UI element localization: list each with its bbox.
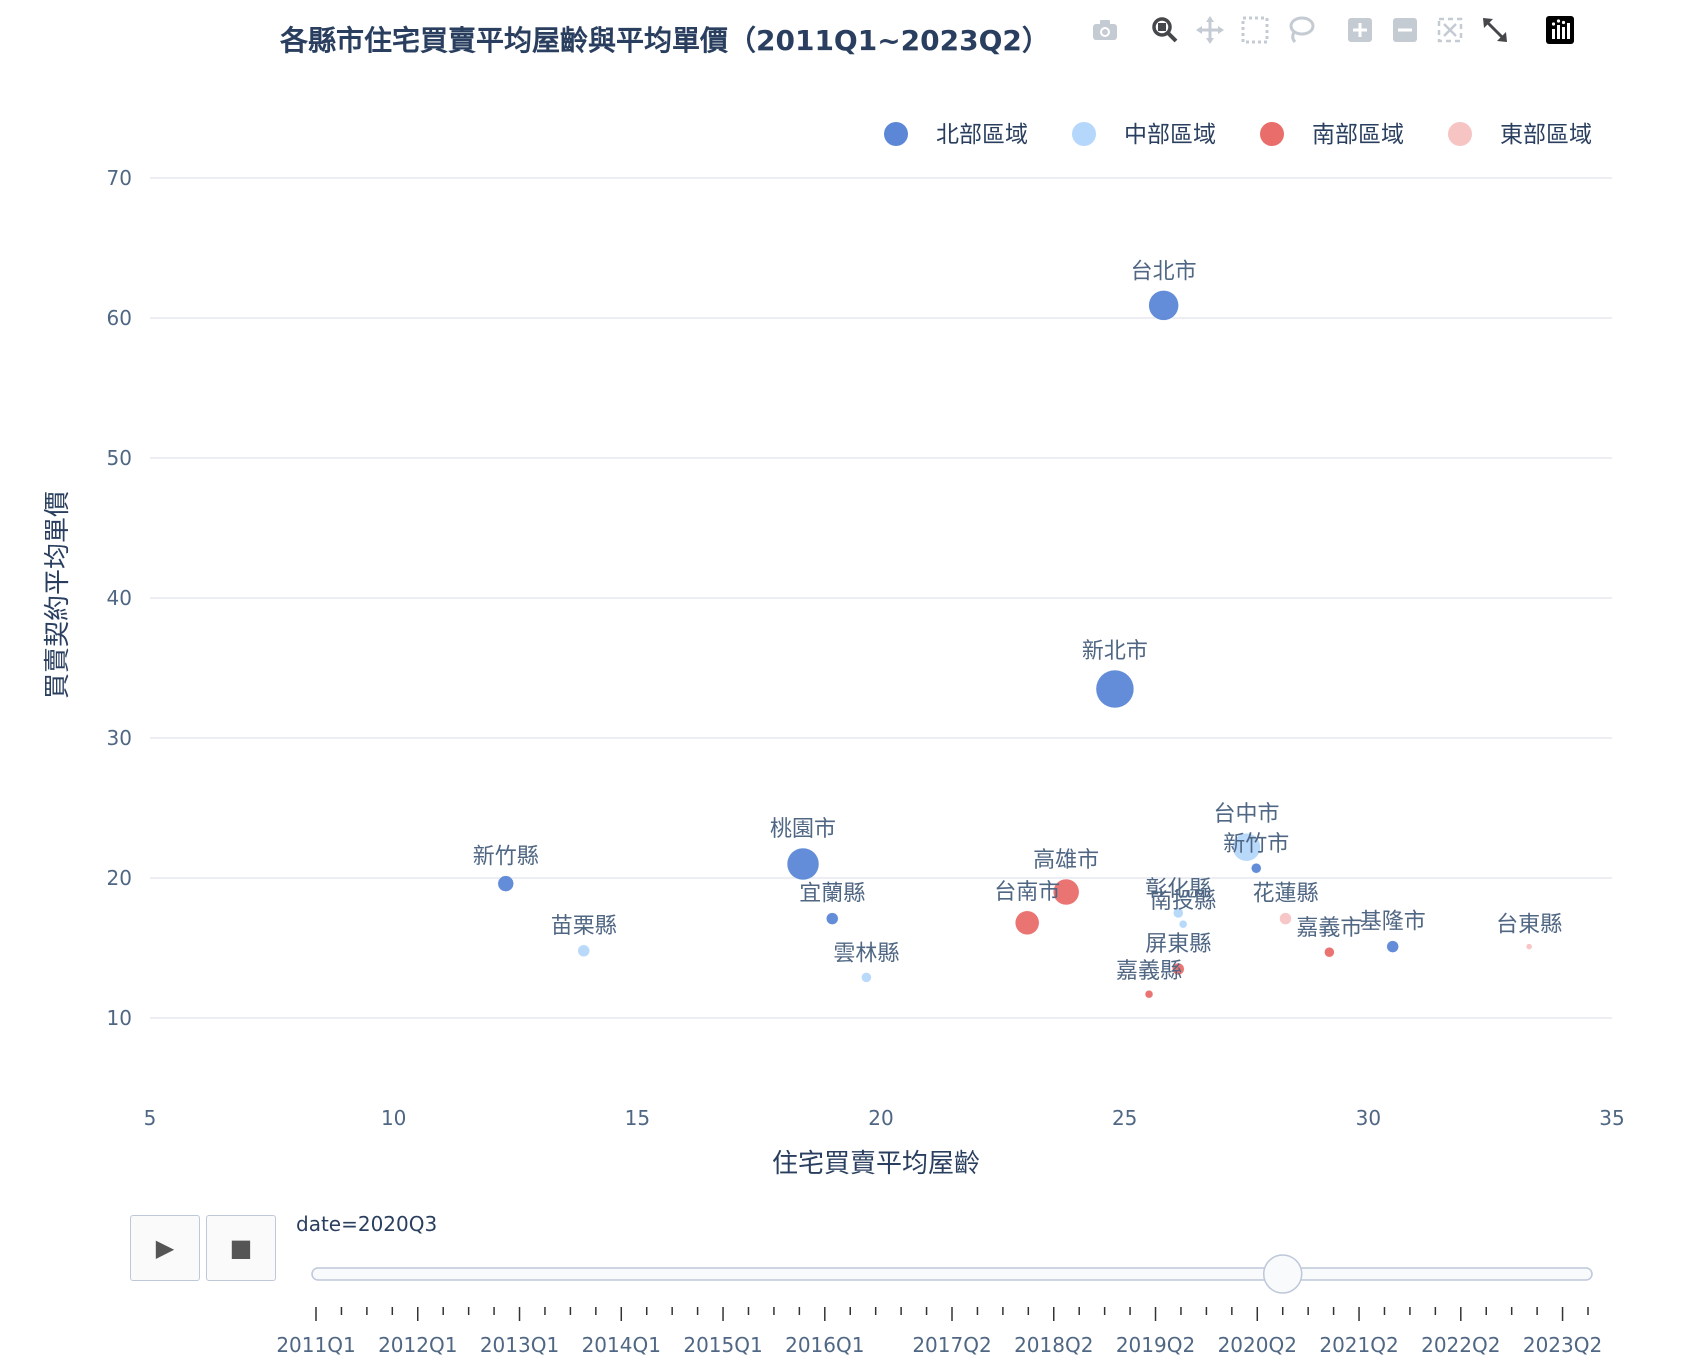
point-label: 新竹縣 [473,845,539,870]
play-button[interactable]: ▶ [130,1215,200,1281]
point-label-layer: 台北市新北市桃園市新竹市新竹縣宜蘭縣基隆市台中市彰化縣南投縣苗栗縣雲林縣高雄市台… [473,259,1562,984]
point-label: 南投縣 [1150,889,1216,914]
box-select-icon[interactable] [1235,8,1275,52]
data-point[interactable] [577,944,590,958]
legend-marker [884,122,908,146]
legend-label: 東部區域 [1500,122,1592,148]
point-label: 台南市 [994,880,1060,905]
legend-item[interactable]: 南部區域 [1260,122,1404,148]
legend-item[interactable]: 東部區域 [1448,122,1592,148]
point-label: 宜蘭縣 [799,882,865,907]
slider-tick-label: 2015Q1 [683,1333,762,1357]
slider-rail[interactable] [311,1267,1593,1281]
data-point[interactable] [1144,989,1154,999]
axis-layer: 10 20 30 40 50 60 70 5 10 15 20 25 30 35 [107,166,1625,1130]
chart-svg: 10 20 30 40 50 60 70 5 10 15 20 25 30 35 台北市新北市桃園市新竹市… [43,24,1625,1357]
pan-icon[interactable] [1190,8,1230,52]
x-tick-label: 20 [868,1106,893,1130]
data-point[interactable] [1014,910,1040,936]
plotly-logo-icon[interactable] [1540,8,1580,52]
legend-marker [1448,122,1472,146]
point-label: 新北市 [1082,639,1148,664]
slider-tick-label: 2013Q1 [480,1333,559,1357]
x-tick-label: 25 [1112,1106,1137,1130]
zoom-in-icon[interactable] [1340,8,1380,52]
point-label: 高雄市 [1033,848,1099,873]
data-point[interactable] [826,912,839,925]
data-point[interactable] [1386,940,1399,953]
camera-icon[interactable] [1085,8,1125,52]
data-point[interactable] [861,972,872,983]
lasso-select-icon[interactable] [1280,8,1320,52]
point-label: 嘉義縣 [1116,959,1182,984]
legend[interactable]: 北部區域 中部區域 南部區域 東部區域 [884,122,1592,148]
data-point[interactable] [1279,912,1292,925]
slider-tick-label: 2019Q2 [1116,1333,1195,1357]
y-tick-label: 50 [107,446,132,470]
data-point[interactable] [1324,946,1335,958]
stop-button[interactable]: ■ [206,1215,276,1281]
legend-item[interactable]: 北部區域 [884,122,1028,148]
data-point[interactable] [1095,669,1135,709]
slider-tick-label: 2021Q2 [1319,1333,1398,1357]
point-label: 屏東縣 [1145,932,1211,957]
autoscale-icon[interactable] [1430,8,1470,52]
slider-tick-label: 2023Q2 [1523,1333,1602,1357]
slider-handle[interactable] [1262,1254,1303,1294]
x-tick-label: 35 [1599,1106,1624,1130]
slider-tick-label: 2012Q1 [378,1333,457,1357]
y-tick-label: 10 [107,1006,132,1030]
point-label: 嘉義市 [1296,916,1362,941]
modebar [1085,8,1645,52]
zoom-icon[interactable] [1145,8,1185,52]
data-point[interactable] [1148,290,1179,321]
slider-tick-label: 2018Q2 [1014,1333,1093,1357]
slider-tick-label: 2016Q1 [785,1333,864,1357]
reset-axes-icon[interactable] [1475,8,1515,52]
data-point[interactable] [1178,919,1188,929]
point-label: 雲林縣 [833,941,899,966]
point-label: 台中市 [1213,802,1279,827]
data-point[interactable] [1525,943,1533,950]
animation-slider[interactable]: 2011Q1 2012Q1 2013Q1 2014Q1 2015Q1 2016Q1 2017… [276,1254,1602,1357]
y-tick-label: 30 [107,726,132,750]
legend-label: 北部區域 [936,122,1028,148]
y-tick-label: 70 [107,166,132,190]
y-tick-label: 20 [107,866,132,890]
data-point[interactable] [786,847,820,881]
x-tick-label: 15 [625,1106,650,1130]
legend-marker [1260,122,1284,146]
zoom-out-icon[interactable] [1385,8,1425,52]
point-label: 基隆市 [1360,910,1426,935]
x-axis-title: 住宅買賣平均屋齡 [772,1149,980,1179]
legend-label: 南部區域 [1312,122,1404,148]
data-point[interactable] [1250,862,1262,874]
slider-tick-label: 2020Q2 [1218,1333,1297,1357]
y-tick-label: 40 [107,586,132,610]
legend-item[interactable]: 中部區域 [1072,122,1216,148]
slider-tick-label: 2014Q1 [582,1333,661,1357]
point-label: 台東縣 [1496,913,1562,938]
x-tick-label: 5 [144,1106,157,1130]
slider-tick-label: 2011Q1 [276,1333,355,1357]
legend-marker [1072,122,1096,146]
point-label: 新竹市 [1223,832,1289,857]
legend-label: 中部區域 [1124,122,1216,148]
x-tick-label: 30 [1356,1106,1381,1130]
point-label: 苗栗縣 [551,914,617,939]
slider-tick-label: 2022Q2 [1421,1333,1500,1357]
chart-title: 各縣市住宅買賣平均屋齡與平均單價（2011Q1~2023Q2） [279,24,1050,57]
slider-tick-label: 2017Q2 [912,1333,991,1357]
grid-layer [150,177,1612,1019]
data-point[interactable] [497,875,515,892]
y-tick-label: 60 [107,306,132,330]
point-label: 桃園市 [770,817,836,842]
x-tick-label: 10 [381,1106,406,1130]
point-label: 花蓮縣 [1252,882,1318,907]
point-label: 台北市 [1131,259,1197,284]
y-axis-title: 買賣契約平均單價 [43,491,73,699]
slider-current-label: date=2020Q3 [296,1212,437,1236]
